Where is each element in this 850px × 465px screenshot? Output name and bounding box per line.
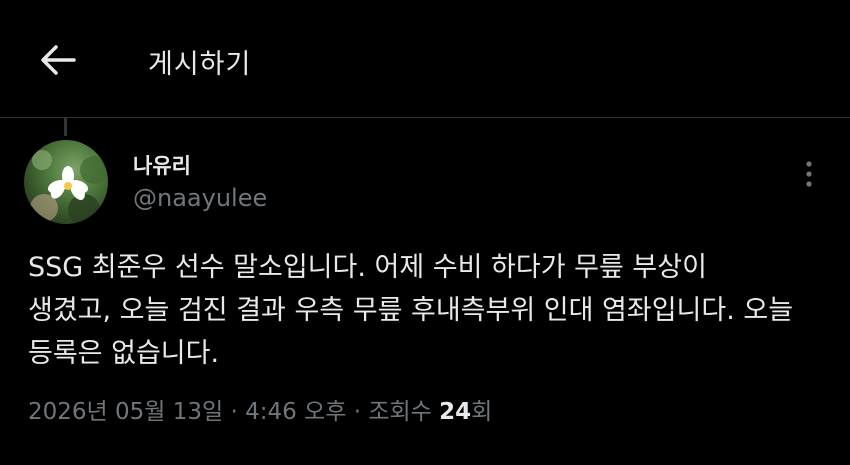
views-label-prefix: 조회수 xyxy=(368,399,440,425)
page-title: 게시하기 xyxy=(148,49,252,80)
views-count: 24 xyxy=(439,399,472,425)
more-options-button[interactable] xyxy=(794,156,824,192)
top-bar: 게시하기 xyxy=(0,0,850,118)
meta-separator: · xyxy=(346,399,369,425)
thread-connector-line xyxy=(64,118,67,136)
post-text: SSG 최준우 선수 말소입니다. 어제 수비 하다가 무릎 부상이 생겼고, … xyxy=(28,252,794,369)
views-label-suffix: 회 xyxy=(471,399,493,425)
author-handle[interactable]: @naayulee xyxy=(133,184,267,212)
back-button[interactable] xyxy=(34,38,82,82)
arrow-left-icon xyxy=(41,45,76,75)
header-divider xyxy=(0,117,850,118)
post-detail-page: 게시하기 나유리 @naayulee SSG 최준우 선수 말소입니다. 어제 … xyxy=(0,0,850,465)
post-timestamp[interactable]: 2026년 05월 13일 · 4:46 오후 xyxy=(28,399,346,425)
post-metadata: 2026년 05월 13일 · 4:46 오후 · 조회수 24회 xyxy=(28,392,492,426)
avatar-flower-image xyxy=(30,150,108,224)
more-vertical-icon xyxy=(806,161,812,187)
author-display-name[interactable]: 나유리 xyxy=(133,150,191,180)
author-avatar[interactable] xyxy=(24,140,108,224)
